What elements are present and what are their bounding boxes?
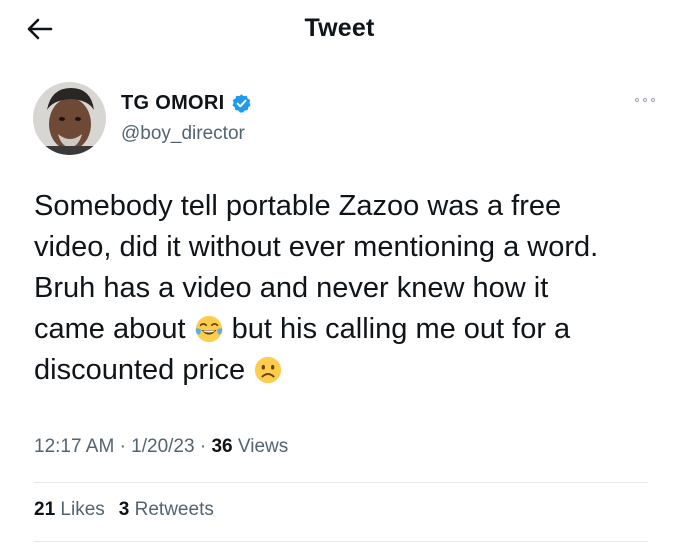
display-name-row: TG OMORI bbox=[121, 92, 252, 115]
display-name[interactable]: TG OMORI bbox=[121, 92, 225, 115]
tweet-line: discounted price bbox=[34, 350, 659, 391]
tweet-line: Bruh has a video and never knew how it bbox=[34, 272, 549, 304]
views-label: Views bbox=[237, 436, 289, 457]
tweet-author: TG OMORI @boy_director bbox=[33, 82, 653, 158]
verified-badge-icon bbox=[231, 94, 251, 113]
tweet-stats: 21 Likes 3 Retweets bbox=[34, 499, 214, 521]
tweet-date[interactable]: 1/20/23 bbox=[131, 436, 194, 457]
avatar[interactable] bbox=[33, 82, 106, 155]
likes-link[interactable]: 21 Likes bbox=[34, 499, 105, 521]
likes-count: 21 bbox=[34, 499, 56, 520]
more-button[interactable] bbox=[635, 98, 655, 102]
tweet-line: video, did it without ever mentioning a … bbox=[34, 231, 599, 263]
retweets-label: Retweets bbox=[134, 499, 214, 520]
tweet-text: Somebody tell portable Zazoo was a free … bbox=[34, 186, 659, 391]
user-handle[interactable]: @boy_director bbox=[121, 123, 245, 145]
page-title: Tweet bbox=[304, 14, 375, 42]
divider bbox=[34, 482, 648, 483]
divider bbox=[34, 541, 648, 542]
views-count: 36 bbox=[211, 436, 233, 457]
tweet-header: Tweet bbox=[0, 0, 679, 60]
tweet-line: Somebody tell portable Zazoo was a free bbox=[34, 190, 562, 222]
tweet-line: came about but his calling me out for a bbox=[34, 313, 571, 345]
more-horizontal-icon bbox=[635, 98, 639, 102]
face-with-tears-of-joy-icon bbox=[195, 315, 222, 343]
likes-label: Likes bbox=[60, 499, 105, 520]
retweets-count: 3 bbox=[118, 499, 130, 520]
retweets-link[interactable]: 3 Retweets bbox=[119, 499, 214, 521]
tweet-meta: 12:17 AM · 1/20/23 · 36 Views bbox=[34, 436, 289, 457]
tweet-time[interactable]: 12:17 AM bbox=[34, 436, 114, 457]
frowning-face-icon bbox=[255, 356, 282, 384]
